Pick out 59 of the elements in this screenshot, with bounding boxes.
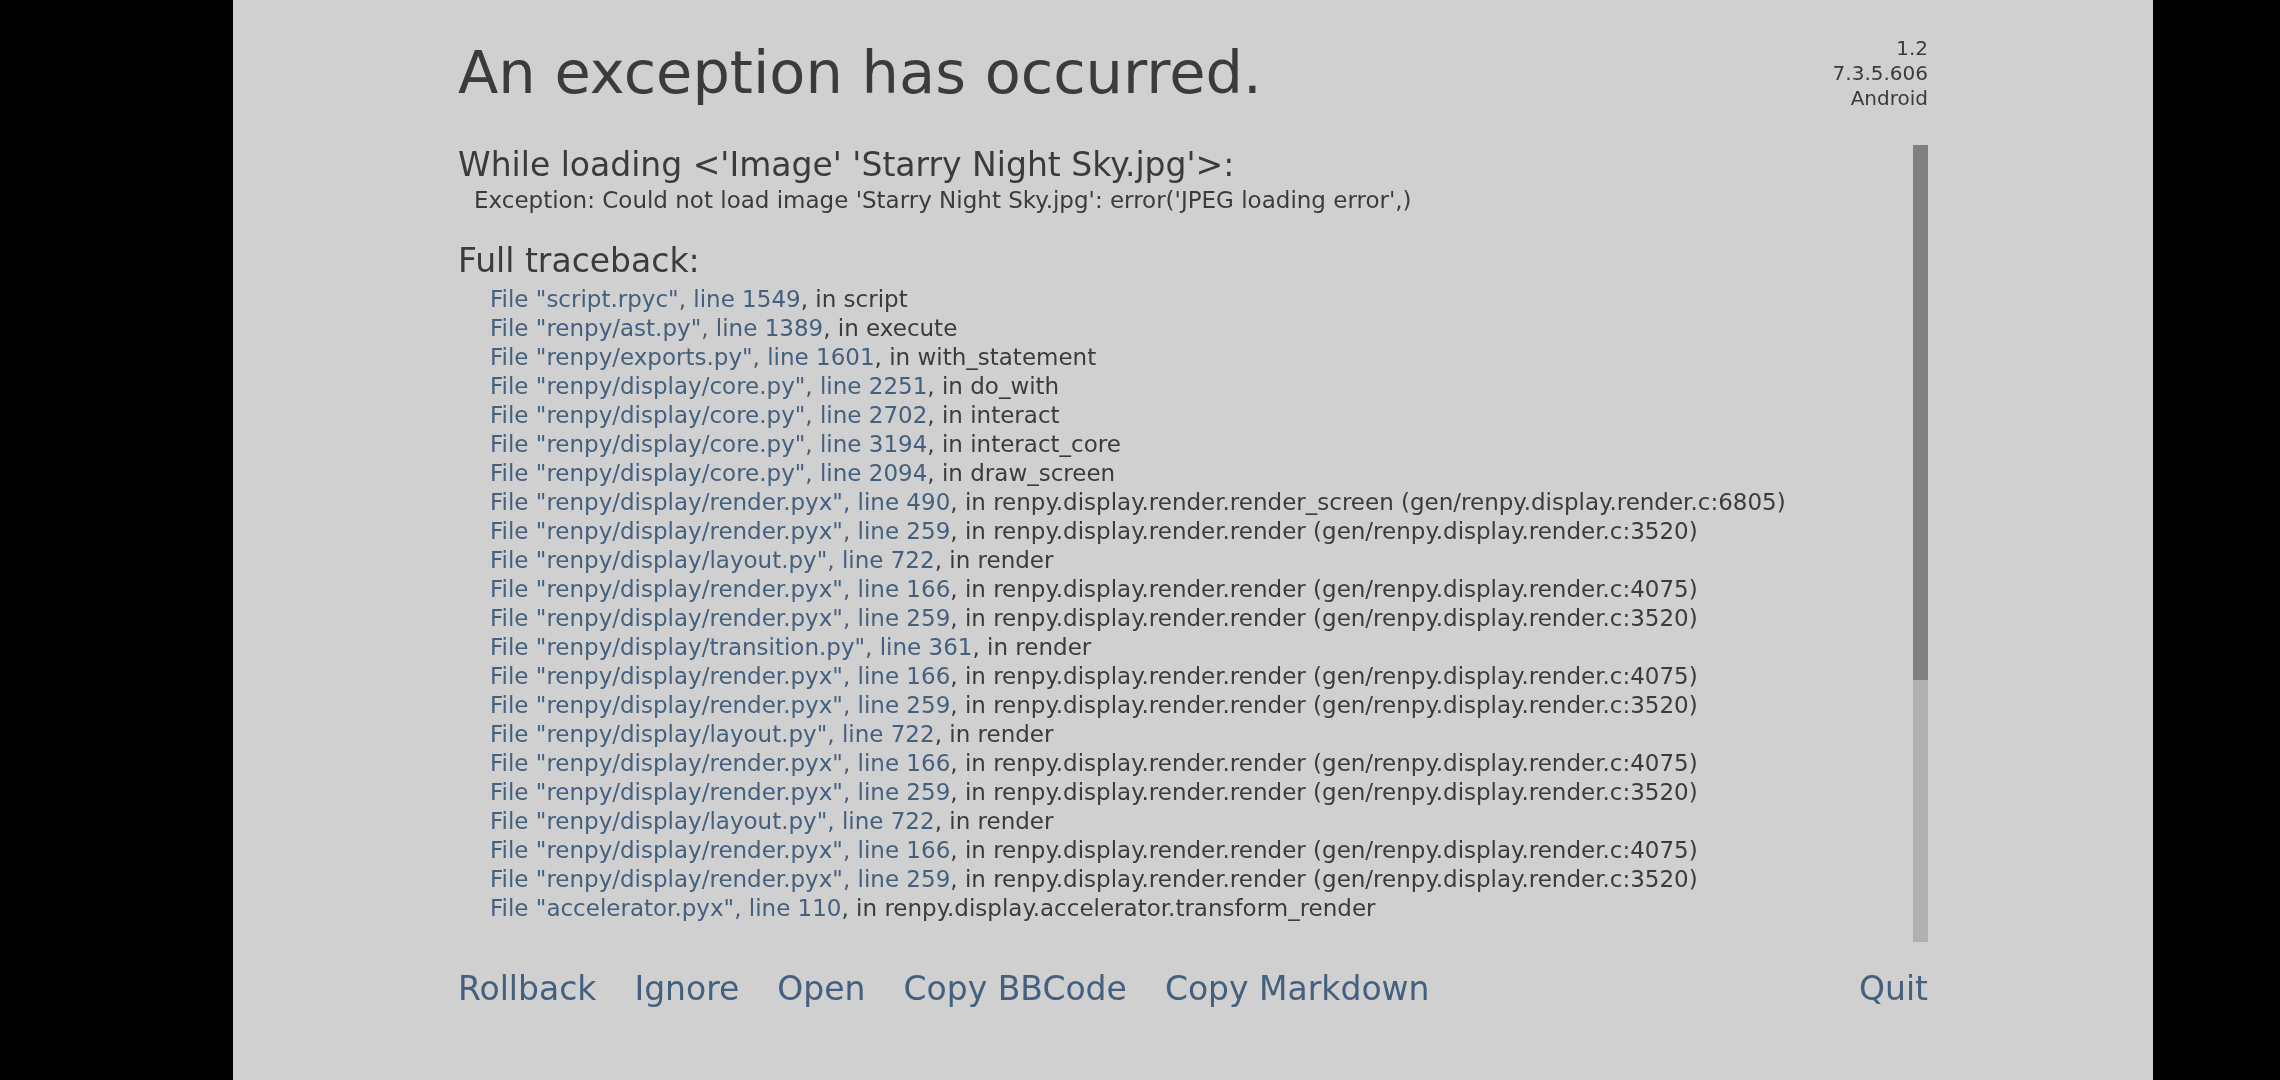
file-link[interactable]: File "renpy/display/render.pyx", line 166 [490, 576, 951, 602]
file-link[interactable]: File "renpy/display/core.py", line 2251 [490, 373, 928, 399]
action-button[interactable]: Copy BBCode [903, 969, 1127, 1008]
loading-heading: While loading <'Image' 'Starry Night Sky.jpg'>: [458, 145, 1236, 185]
file-link[interactable]: File "renpy/display/layout.py", line 722 [490, 808, 935, 834]
file-link[interactable]: File "renpy/display/core.py", line 3194 [490, 431, 928, 457]
file-link[interactable]: File "script.rpyc", line 1549 [490, 286, 801, 312]
traceback-line: File "renpy/display/core.py", line 2702, in interact [490, 401, 1061, 430]
traceback-line: File "script.rpyc", line 1549, in script [490, 285, 909, 314]
traceback-line: File "renpy/display/layout.py", line 722, in render [490, 546, 1055, 575]
exception-message: Exception: Could not load image 'Starry Night Sky.jpg': error('JPEG loading error',) [473, 186, 1413, 215]
file-link[interactable]: File "renpy/display/transition.py", line 361 [490, 634, 973, 660]
traceback-line: File "renpy/display/core.py", line 3194, in interact_core [490, 430, 1122, 459]
file-link[interactable]: File "renpy/display/layout.py", line 722 [490, 721, 935, 747]
traceback-line: File "renpy/display/layout.py", line 722, in render [490, 807, 1055, 836]
traceback-line: File "renpy/display/render.pyx", line 490, in renpy.display.render.render_screen (gen/renpy.display.render.c:6805) [490, 488, 1787, 517]
traceback-line: File "renpy/display/core.py", line 2251, in do_with [490, 372, 1061, 401]
traceback-line: File "renpy/display/core.py", line 2094, in draw_screen [490, 459, 1117, 488]
scrollbar-thumb[interactable] [1913, 145, 1928, 680]
action-button[interactable]: Copy Markdown [1164, 969, 1430, 1008]
traceback-line: File "renpy/display/layout.py", line 722, in render [490, 720, 1055, 749]
action-button[interactable]: Ignore [634, 969, 740, 1008]
file-link[interactable]: File "renpy/display/render.pyx", line 259 [490, 518, 951, 544]
traceback-line: File "renpy/display/transition.py", line 361, in render [490, 633, 1093, 662]
traceback-line: File "renpy/display/render.pyx", line 259, in renpy.display.render.render (gen/renpy.display.render.c:3520) [490, 778, 1699, 807]
traceback-line: File "renpy/ast.py", line 1389, in execute [490, 314, 959, 343]
file-link[interactable]: File "renpy/exports.py", line 1601 [490, 344, 875, 370]
traceback-line: File "renpy/display/render.pyx", line 259, in renpy.display.render.render (gen/renpy.display.render.c:3520) [490, 604, 1699, 633]
file-link[interactable]: File "renpy/display/core.py", line 2094 [490, 460, 928, 486]
file-link[interactable]: File "accelerator.pyx", line 110 [490, 895, 842, 921]
traceback-line: File "renpy/display/render.pyx", line 166, in renpy.display.render.render (gen/renpy.display.render.c:4075) [490, 575, 1699, 604]
version-text: 1.2 [1896, 36, 1928, 61]
traceback-heading: Full traceback: [458, 241, 701, 281]
scrollbar[interactable] [1913, 145, 1928, 942]
file-link[interactable]: File "renpy/display/render.pyx", line 166 [490, 750, 951, 776]
file-link[interactable]: File "renpy/display/render.pyx", line 259 [490, 779, 951, 805]
screen-title: An exception has occurred. [458, 38, 1262, 108]
file-link[interactable]: File "renpy/display/render.pyx", line 259 [490, 605, 951, 631]
file-link[interactable]: File "renpy/display/render.pyx", line 166 [490, 837, 951, 863]
action-button[interactable]: Open [777, 969, 866, 1008]
traceback-line: File "renpy/display/render.pyx", line 259, in renpy.display.render.render (gen/renpy.display.render.c:3520) [490, 865, 1699, 894]
version-text: Android [1850, 86, 1928, 111]
traceback-line: File "renpy/exports.py", line 1601, in with_statement [490, 343, 1098, 372]
traceback-line: File "renpy/display/render.pyx", line 259, in renpy.display.render.render (gen/renpy.display.render.c:3520) [490, 691, 1699, 720]
traceback-line: File "renpy/display/render.pyx", line 166, in renpy.display.render.render (gen/renpy.display.render.c:4075) [490, 662, 1699, 691]
traceback-line: File "renpy/display/render.pyx", line 259, in renpy.display.render.render (gen/renpy.display.render.c:3520) [490, 517, 1699, 546]
version-text: 7.3.5.606 [1832, 61, 1928, 86]
traceback-line: File "renpy/display/render.pyx", line 166, in renpy.display.render.render (gen/renpy.display.render.c:4075) [490, 836, 1699, 865]
file-link[interactable]: File "renpy/display/layout.py", line 722 [490, 547, 935, 573]
file-link[interactable]: File "renpy/display/core.py", line 2702 [490, 402, 928, 428]
traceback-line: File "renpy/display/render.pyx", line 166, in renpy.display.render.render (gen/renpy.display.render.c:4075) [490, 749, 1699, 778]
file-link[interactable]: File "renpy/ast.py", line 1389 [490, 315, 824, 341]
traceback-line: File "accelerator.pyx", line 110, in renpy.display.accelerator.transform_render [490, 894, 1377, 923]
file-link[interactable]: File "renpy/display/render.pyx", line 259 [490, 866, 951, 892]
file-link[interactable]: File "renpy/display/render.pyx", line 166 [490, 663, 951, 689]
file-link[interactable]: File "renpy/display/render.pyx", line 259 [490, 692, 951, 718]
action-button[interactable]: Rollback [458, 969, 597, 1008]
file-link[interactable]: File "renpy/display/render.pyx", line 490 [490, 489, 951, 515]
quit-button[interactable]: Quit [1859, 969, 1928, 1008]
